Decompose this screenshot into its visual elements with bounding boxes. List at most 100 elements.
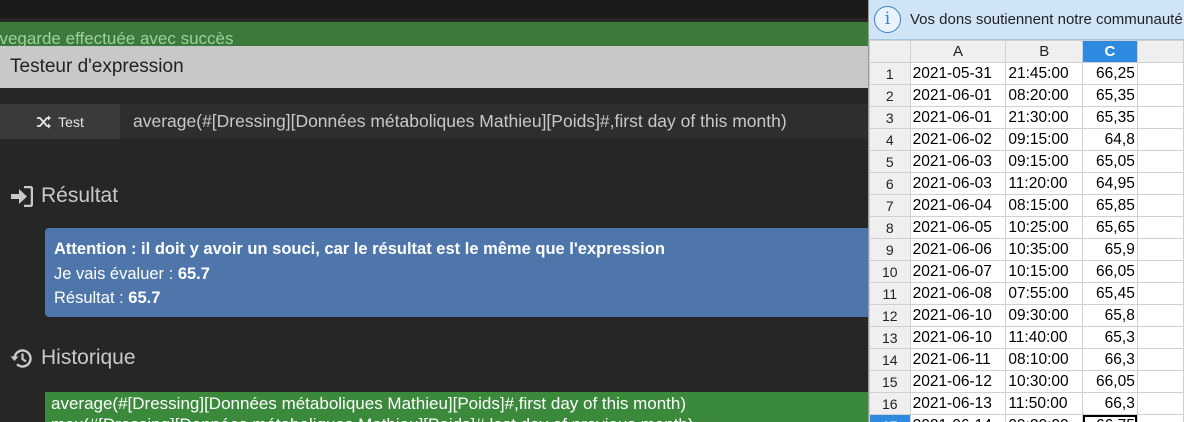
column-header-b[interactable]: B — [1005, 40, 1084, 63]
cell-time[interactable]: 09:20:00 — [1005, 414, 1084, 422]
cell-weight[interactable]: 65,8 — [1082, 304, 1138, 327]
cell-weight[interactable]: 65,05 — [1082, 150, 1138, 173]
cell-time[interactable]: 11:50:00 — [1005, 392, 1084, 415]
cell-weight[interactable]: 65,3 — [1082, 326, 1138, 349]
spreadsheet-window: i Vos dons soutiennent notre communauté … — [868, 0, 1184, 422]
row-header[interactable]: 17 — [869, 414, 911, 422]
test-button[interactable]: Test — [0, 104, 120, 139]
cell-date[interactable]: 2021-06-03 — [909, 150, 1007, 173]
cell-date[interactable]: 2021-06-01 — [909, 84, 1007, 107]
row-header[interactable]: 5 — [869, 150, 911, 173]
cell-empty[interactable] — [1136, 62, 1184, 85]
row-header[interactable]: 8 — [869, 216, 911, 239]
row-header[interactable]: 6 — [869, 172, 911, 195]
cell-weight[interactable]: 65,35 — [1082, 106, 1138, 129]
cell-date[interactable]: 2021-06-10 — [909, 326, 1007, 349]
history-item[interactable]: max(#[Dressing][Données métaboliques Mat… — [51, 414, 868, 422]
cell-date[interactable]: 2021-06-08 — [909, 282, 1007, 305]
cell-time[interactable]: 11:20:00 — [1005, 172, 1084, 195]
cell-date[interactable]: 2021-06-14 — [909, 414, 1007, 422]
cell-weight[interactable]: 66,75 — [1082, 414, 1138, 422]
row-header[interactable]: 1 — [869, 62, 911, 85]
cell-time[interactable]: 07:55:00 — [1005, 282, 1084, 305]
history-item[interactable]: average(#[Dressing][Données métaboliques… — [51, 393, 868, 414]
row-header[interactable]: 4 — [869, 128, 911, 151]
cell-weight[interactable]: 65,65 — [1082, 216, 1138, 239]
row-header[interactable]: 3 — [869, 106, 911, 129]
cell-empty[interactable] — [1136, 348, 1184, 371]
cell-time[interactable]: 10:25:00 — [1005, 216, 1084, 239]
row-header[interactable]: 12 — [869, 304, 911, 327]
cell-empty[interactable] — [1136, 282, 1184, 305]
row-header[interactable]: 13 — [869, 326, 911, 349]
column-header-d[interactable] — [1136, 40, 1184, 63]
evaluate-line: Je vais évaluer : 65.7 — [54, 262, 866, 287]
row-header[interactable]: 15 — [869, 370, 911, 393]
column-header-a[interactable]: A — [909, 40, 1007, 63]
cell-time[interactable]: 11:40:00 — [1005, 326, 1084, 349]
row-header[interactable]: 10 — [869, 260, 911, 283]
cell-date[interactable]: 2021-06-03 — [909, 172, 1007, 195]
cell-date[interactable]: 2021-06-04 — [909, 194, 1007, 217]
cell-weight[interactable]: 65,45 — [1082, 282, 1138, 305]
cell-date[interactable]: 2021-06-13 — [909, 392, 1007, 415]
cell-weight[interactable]: 65,9 — [1082, 238, 1138, 261]
cell-empty[interactable] — [1136, 304, 1184, 327]
cell-empty[interactable] — [1136, 370, 1184, 393]
table-row: 5 2021-06-03 09:15:00 65,05 — [869, 150, 1184, 173]
cell-time[interactable]: 21:30:00 — [1005, 106, 1084, 129]
cell-time[interactable]: 21:45:00 — [1005, 62, 1084, 85]
cell-date[interactable]: 2021-05-31 — [909, 62, 1007, 85]
cell-empty[interactable] — [1136, 326, 1184, 349]
cell-time[interactable]: 10:35:00 — [1005, 238, 1084, 261]
row-header[interactable]: 14 — [869, 348, 911, 371]
cell-date[interactable]: 2021-06-01 — [909, 106, 1007, 129]
cell-date[interactable]: 2021-06-05 — [909, 216, 1007, 239]
cell-time[interactable]: 08:20:00 — [1005, 84, 1084, 107]
cell-time[interactable]: 10:15:00 — [1005, 260, 1084, 283]
row-header[interactable]: 7 — [869, 194, 911, 217]
cell-date[interactable]: 2021-06-06 — [909, 238, 1007, 261]
row-header[interactable]: 2 — [869, 84, 911, 107]
column-header-c[interactable]: C — [1082, 40, 1138, 63]
cell-weight[interactable]: 64,95 — [1082, 172, 1138, 195]
cell-weight[interactable]: 66,3 — [1082, 348, 1138, 371]
cell-time[interactable]: 08:10:00 — [1005, 348, 1084, 371]
select-all-corner[interactable] — [869, 40, 911, 63]
cell-empty[interactable] — [1136, 84, 1184, 107]
row-header[interactable]: 16 — [869, 392, 911, 415]
cell-time[interactable]: 09:15:00 — [1005, 128, 1084, 151]
cell-date[interactable]: 2021-06-07 — [909, 260, 1007, 283]
cell-empty[interactable] — [1136, 128, 1184, 151]
cell-time[interactable]: 09:30:00 — [1005, 304, 1084, 327]
cell-empty[interactable] — [1136, 392, 1184, 415]
cell-weight[interactable]: 66,3 — [1082, 392, 1138, 415]
cell-weight[interactable]: 65,35 — [1082, 84, 1138, 107]
row-header[interactable]: 11 — [869, 282, 911, 305]
cell-date[interactable]: 2021-06-12 — [909, 370, 1007, 393]
cell-date[interactable]: 2021-06-10 — [909, 304, 1007, 327]
cell-empty[interactable] — [1136, 260, 1184, 283]
result-line: Résultat : 65.7 — [54, 286, 866, 311]
cell-empty[interactable] — [1136, 106, 1184, 129]
cell-empty[interactable] — [1136, 414, 1184, 422]
cell-time[interactable]: 09:15:00 — [1005, 150, 1084, 173]
cell-date[interactable]: 2021-06-02 — [909, 128, 1007, 151]
cell-weight[interactable]: 65,85 — [1082, 194, 1138, 217]
cell-empty[interactable] — [1136, 172, 1184, 195]
cell-empty[interactable] — [1136, 194, 1184, 217]
cell-empty[interactable] — [1136, 238, 1184, 261]
cell-weight[interactable]: 66,05 — [1082, 260, 1138, 283]
evaluate-label: Je vais évaluer : — [54, 264, 178, 283]
cell-empty[interactable] — [1136, 150, 1184, 173]
cell-date[interactable]: 2021-06-11 — [909, 348, 1007, 371]
cell-weight[interactable]: 64,8 — [1082, 128, 1138, 151]
row-header[interactable]: 9 — [869, 238, 911, 261]
expression-input[interactable] — [120, 104, 868, 139]
cell-time[interactable]: 08:15:00 — [1005, 194, 1084, 217]
cell-time[interactable]: 10:30:00 — [1005, 370, 1084, 393]
cell-empty[interactable] — [1136, 216, 1184, 239]
cell-weight[interactable]: 66,05 — [1082, 370, 1138, 393]
evaluate-value: 65.7 — [177, 264, 210, 283]
cell-weight[interactable]: 66,25 — [1082, 62, 1138, 85]
